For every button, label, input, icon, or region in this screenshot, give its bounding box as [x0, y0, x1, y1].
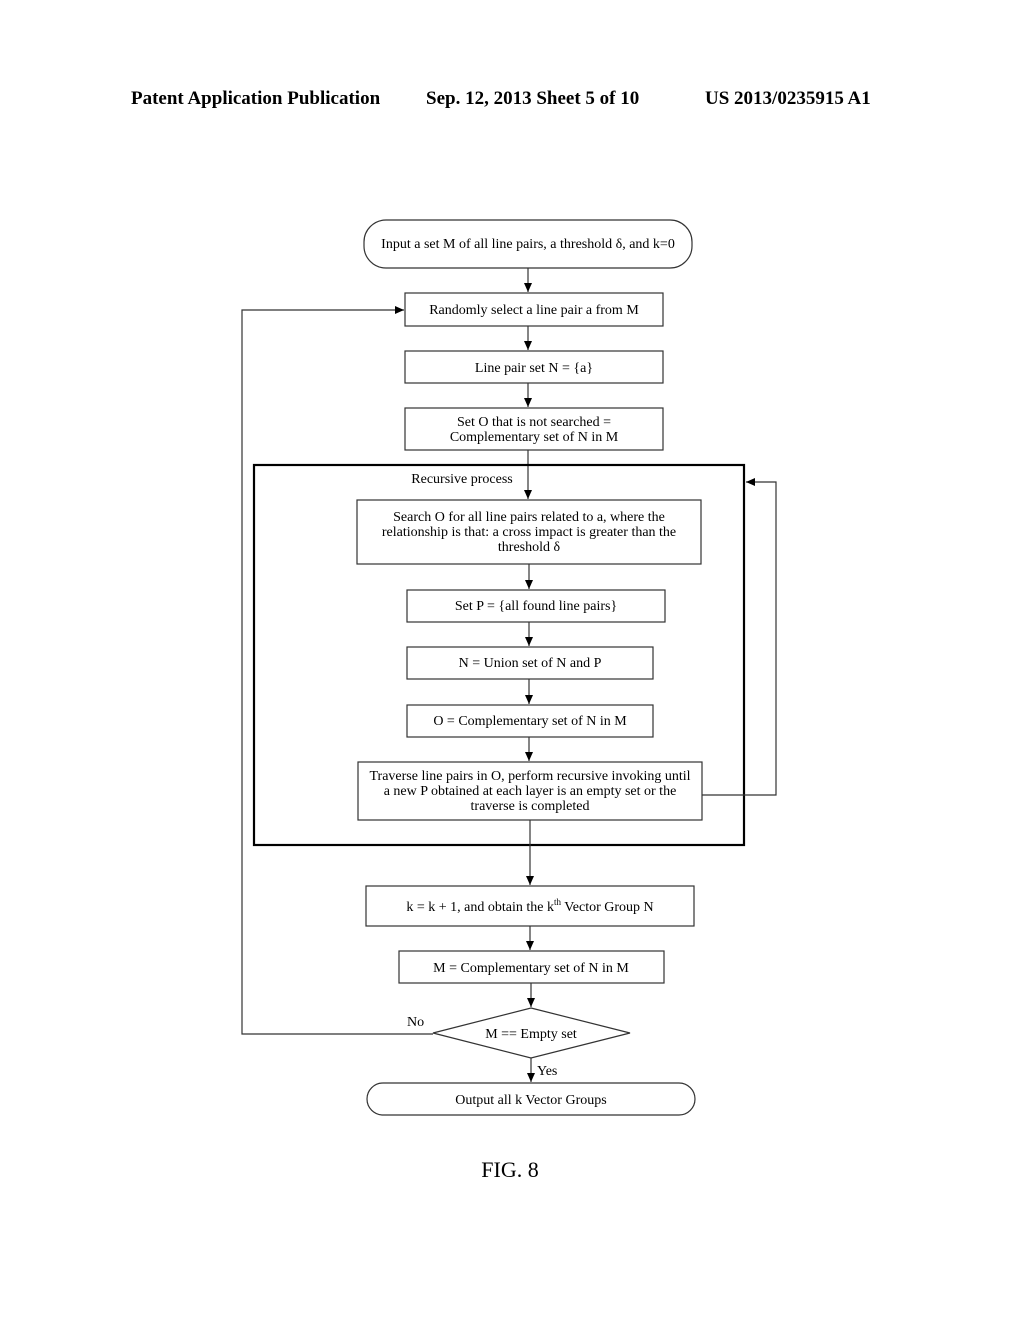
figure-label: FIG. 8 [481, 1157, 538, 1182]
output-text: Output all k Vector Groups [455, 1093, 606, 1108]
update-o-text: O = Complementary set of N in M [433, 714, 627, 729]
traverse-text-1: Traverse line pairs in O, perform recurs… [369, 769, 690, 784]
set-p-text: Set P = {all found line pairs} [455, 599, 617, 614]
search-box: Search O for all line pairs related to a… [356, 499, 702, 565]
increment-k-box: k = k + 1, and obtain the kth Vector Gro… [365, 885, 695, 927]
start-text: Input a set M of all line pairs, a thres… [381, 237, 675, 252]
update-m-text: M = Complementary set of N in M [433, 961, 629, 976]
traverse-text-2: a new P obtained at each layer is an emp… [384, 784, 677, 799]
recursion-loop-arrow [702, 478, 777, 796]
select-text: Randomly select a line pair a from M [429, 303, 639, 318]
init-n-box: Line pair set N = {a} [404, 350, 664, 384]
increment-k-post: Vector Group N [561, 900, 654, 915]
traverse-text-3: traverse is completed [471, 799, 590, 814]
increment-k-pre: k = k + 1, and obtain the k [406, 900, 554, 915]
search-text-1: Search O for all line pairs related to a… [393, 510, 665, 525]
set-o-box: Set O that is not searched = Complementa… [404, 407, 664, 451]
no-label: No [407, 1015, 424, 1030]
recursive-process-label: Recursive process [411, 472, 512, 487]
search-text-2: relationship is that: a cross impact is … [382, 525, 676, 540]
decision-diamond: M == Empty set [432, 1007, 631, 1059]
output-terminal: Output all k Vector Groups [366, 1082, 696, 1116]
start-terminal: Input a set M of all line pairs, a thres… [363, 219, 693, 269]
union-box: N = Union set of N and P [406, 646, 654, 680]
update-m-box: M = Complementary set of N in M [398, 950, 665, 984]
union-text: N = Union set of N and P [459, 656, 602, 671]
increment-k-text: k = k + 1, and obtain the kth Vector Gro… [406, 897, 653, 915]
search-text-3: threshold δ [498, 540, 561, 555]
set-o-text-1: Set O that is not searched = [457, 415, 611, 430]
flowchart: Input a set M of all line pairs, a thres… [241, 219, 777, 1182]
decision-text: M == Empty set [485, 1027, 577, 1042]
yes-label: Yes [537, 1064, 557, 1079]
traverse-box: Traverse line pairs in O, perform recurs… [357, 761, 703, 821]
update-o-box: O = Complementary set of N in M [406, 704, 654, 738]
init-n-text: Line pair set N = {a} [475, 361, 593, 376]
set-p-box: Set P = {all found line pairs} [406, 589, 666, 623]
set-o-text-2: Complementary set of N in M [450, 430, 619, 445]
select-line-pair-box: Randomly select a line pair a from M [404, 292, 664, 327]
